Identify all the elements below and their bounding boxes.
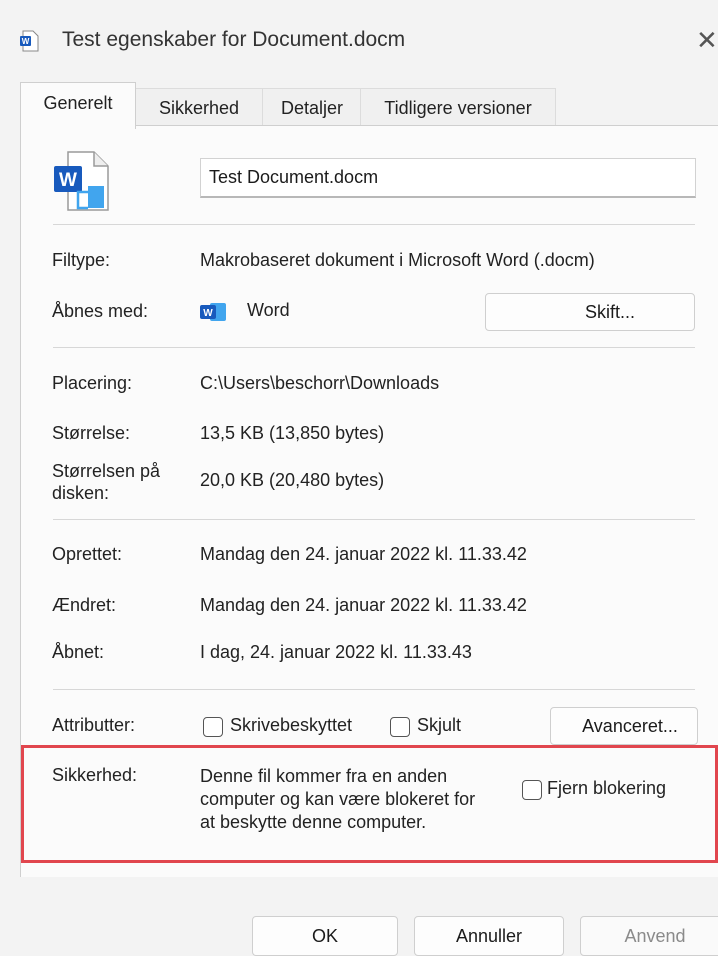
word-document-icon: W xyxy=(20,30,39,52)
sikkerhed-label: Sikkerhed: xyxy=(52,765,138,785)
title-bar: W Test egenskaber for Document.docm ✕ xyxy=(0,0,718,72)
storrelse-value: 13,5 KB (13,850 bytes) xyxy=(200,423,385,443)
fjern-blokering-label[interactable]: Fjern blokering xyxy=(547,778,666,799)
window-title: Test egenskaber for Document.docm xyxy=(62,28,406,51)
sikkerhed-text-line3: at beskytte denne computer. xyxy=(200,812,427,832)
attributter-label: Attributter: xyxy=(52,715,136,735)
tab-strip: Generelt Sikkerhed Detaljer Tidligere ve… xyxy=(20,82,718,129)
skrivebeskyttet-label[interactable]: Skrivebeskyttet xyxy=(230,715,352,736)
annuller-button[interactable]: Annuller xyxy=(414,916,564,956)
abnes-med-app: Word xyxy=(247,300,290,320)
abnet-value: I dag, 24. januar 2022 kl. 11.33.43 xyxy=(200,642,472,662)
sikkerhed-text-line1: Denne fil kommer fra en anden xyxy=(200,766,448,786)
placering-value: C:\Users\beschorr\Downloads xyxy=(200,373,440,393)
storrelse-label: Størrelse: xyxy=(52,423,131,443)
svg-text:W: W xyxy=(22,37,30,46)
tab-generelt[interactable]: Generelt xyxy=(20,82,136,129)
separator xyxy=(53,347,695,348)
word-file-icon: W xyxy=(54,151,109,211)
storrelse-disk-label-line2: disken: xyxy=(52,483,110,503)
skjult-label[interactable]: Skjult xyxy=(417,715,461,736)
storrelse-disk-label: Størrelsen på disken: xyxy=(52,460,160,504)
sikkerhed-text-line2: computer og kan være blokeret for xyxy=(200,789,476,809)
anvend-button[interactable]: Anvend xyxy=(580,916,718,956)
skift-button[interactable]: Skift... xyxy=(485,293,695,331)
close-icon[interactable]: ✕ xyxy=(696,25,718,56)
fjern-blokering-checkbox[interactable] xyxy=(522,780,542,800)
skrivebeskyttet-checkbox[interactable] xyxy=(203,717,223,737)
ok-button[interactable]: OK xyxy=(252,916,398,956)
filename-input[interactable]: Test Document.docm xyxy=(200,158,696,198)
abnet-label: Åbnet: xyxy=(52,642,105,662)
separator xyxy=(53,689,695,690)
filtype-value: Makrobaseret dokument i Microsoft Word (… xyxy=(200,250,595,270)
word-app-icon: W xyxy=(200,303,226,321)
skjult-checkbox[interactable] xyxy=(390,717,410,737)
abnes-med-label: Åbnes med: xyxy=(52,301,149,321)
separator xyxy=(53,224,695,225)
tab-sikkerhed[interactable]: Sikkerhed xyxy=(134,88,264,127)
tab-detaljer[interactable]: Detaljer xyxy=(262,88,362,127)
avanceret-button[interactable]: Avanceret... xyxy=(550,707,698,745)
sikkerhed-text: Denne fil kommer fra en anden computer o… xyxy=(200,765,512,834)
oprettet-label: Oprettet: xyxy=(52,544,123,564)
svg-text:W: W xyxy=(59,170,77,191)
storrelse-disk-value: 20,0 KB (20,480 bytes) xyxy=(200,470,385,490)
tab-tidligere-versioner[interactable]: Tidligere versioner xyxy=(360,88,556,127)
svg-text:W: W xyxy=(203,308,213,319)
separator xyxy=(53,519,695,520)
storrelse-disk-label-line1: Størrelsen på xyxy=(52,461,161,481)
aendret-value: Mandag den 24. januar 2022 kl. 11.33.42 xyxy=(200,595,527,615)
filtype-label: Filtype: xyxy=(52,250,111,270)
placering-label: Placering: xyxy=(52,373,133,393)
oprettet-value: Mandag den 24. januar 2022 kl. 11.33.42 xyxy=(200,544,527,564)
aendret-label: Ændret: xyxy=(52,595,117,615)
